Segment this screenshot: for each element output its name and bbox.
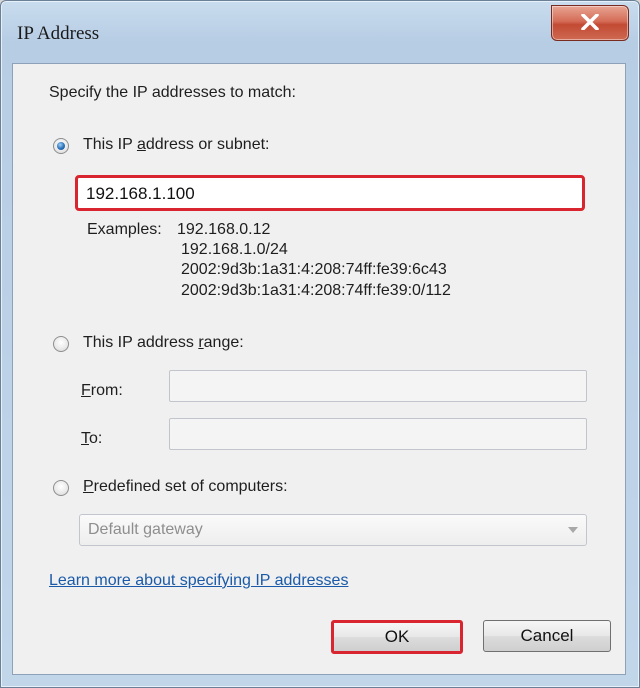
close-icon bbox=[581, 14, 599, 30]
ip-subnet-input[interactable]: 192.168.1.100 bbox=[75, 175, 585, 211]
examples-label: Examples: bbox=[87, 221, 162, 238]
from-label: From: bbox=[81, 382, 123, 399]
help-link[interactable]: Learn more about specifying IP addresses bbox=[49, 572, 348, 590]
instruction-text: Specify the IP addresses to match: bbox=[49, 84, 296, 101]
radio-predefined-label[interactable]: Predefined set of computers: bbox=[83, 478, 288, 496]
ip-subnet-value: 192.168.1.100 bbox=[86, 184, 195, 203]
radio-ip-range-label[interactable]: This IP address range: bbox=[83, 334, 244, 352]
predefined-selected-value: Default gateway bbox=[88, 521, 203, 538]
close-button[interactable] bbox=[551, 5, 629, 41]
range-from-input[interactable] bbox=[169, 370, 587, 402]
cancel-button[interactable]: Cancel bbox=[483, 620, 611, 652]
chevron-down-icon bbox=[568, 527, 578, 533]
radio-ip-range[interactable] bbox=[53, 336, 69, 352]
to-label: To: bbox=[81, 430, 103, 447]
range-to-input[interactable] bbox=[169, 418, 587, 450]
example-line: 192.168.1.0/24 bbox=[181, 241, 288, 258]
dialog-title: IP Address bbox=[17, 23, 100, 44]
predefined-computers-select[interactable]: Default gateway bbox=[79, 514, 587, 546]
radio-ip-or-subnet[interactable] bbox=[53, 138, 69, 154]
radio-ip-or-subnet-label[interactable]: This IP address or subnet: bbox=[83, 136, 269, 154]
example-line: 2002:9d3b:1a31:4:208:74ff:fe39:0/112 bbox=[181, 282, 451, 299]
dialog-body: Specify the IP addresses to match: This … bbox=[12, 63, 626, 675]
example-line: 2002:9d3b:1a31:4:208:74ff:fe39:6c43 bbox=[181, 261, 447, 278]
title-bar[interactable]: IP Address bbox=[1, 1, 639, 63]
ip-address-dialog: IP Address Specify the IP addresses to m… bbox=[0, 0, 640, 688]
example-line: 192.168.0.12 bbox=[177, 221, 271, 238]
ok-button[interactable]: OK bbox=[331, 620, 463, 654]
radio-predefined[interactable] bbox=[53, 480, 69, 496]
